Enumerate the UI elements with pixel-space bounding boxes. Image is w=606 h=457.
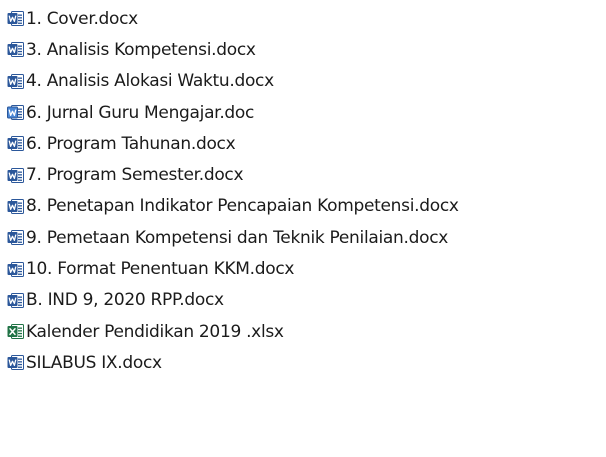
file-name: 6. Jurnal Guru Mengajar.doc [26, 102, 255, 123]
file-item[interactable]: 6. Program Tahunan.docx [0, 128, 606, 159]
file-name: 9. Pemetaan Kompetensi dan Teknik Penila… [26, 227, 449, 248]
file-item[interactable]: 1. Cover.docx [0, 3, 606, 34]
word-doc-icon [7, 73, 24, 90]
file-item[interactable]: 10. Format Penentuan KKM.docx [0, 253, 606, 284]
file-name: 8. Penetapan Indikator Pencapaian Kompet… [26, 196, 459, 217]
file-name: SILABUS IX.docx [26, 352, 162, 373]
file-list: 1. Cover.docx 3. Analisis Kompetensi.doc… [0, 0, 606, 457]
word-doc-icon [7, 292, 24, 309]
file-name: 4. Analisis Alokasi Waktu.docx [26, 71, 274, 92]
file-item[interactable]: B. IND 9, 2020 RPP.docx [0, 285, 606, 316]
file-item[interactable]: 8. Penetapan Indikator Pencapaian Kompet… [0, 191, 606, 222]
word-doc-icon [7, 261, 24, 278]
file-name: 1. Cover.docx [26, 8, 138, 29]
file-name: 3. Analisis Kompetensi.docx [26, 39, 256, 60]
file-name: 6. Program Tahunan.docx [26, 133, 236, 154]
file-name: 7. Program Semester.docx [26, 165, 244, 186]
word-doc-icon [7, 198, 24, 215]
word-doc-legacy-icon [7, 104, 24, 121]
file-item[interactable]: 9. Pemetaan Kompetensi dan Teknik Penila… [0, 222, 606, 253]
file-item[interactable]: 3. Analisis Kompetensi.docx [0, 34, 606, 65]
file-name: Kalender Pendidikan 2019 .xlsx [26, 321, 284, 342]
word-doc-icon [7, 135, 24, 152]
file-item[interactable]: 6. Jurnal Guru Mengajar.doc [0, 97, 606, 128]
word-doc-icon [7, 41, 24, 58]
file-item[interactable]: Kalender Pendidikan 2019 .xlsx [0, 316, 606, 347]
file-item[interactable]: SILABUS IX.docx [0, 347, 606, 378]
file-item[interactable]: 7. Program Semester.docx [0, 159, 606, 190]
file-name: 10. Format Penentuan KKM.docx [26, 259, 295, 280]
file-name: B. IND 9, 2020 RPP.docx [26, 290, 224, 311]
excel-sheet-icon [7, 323, 24, 340]
word-doc-icon [7, 167, 24, 184]
word-doc-icon [7, 10, 24, 27]
file-item[interactable]: 4. Analisis Alokasi Waktu.docx [0, 66, 606, 97]
word-doc-icon [7, 354, 24, 371]
word-doc-icon [7, 229, 24, 246]
